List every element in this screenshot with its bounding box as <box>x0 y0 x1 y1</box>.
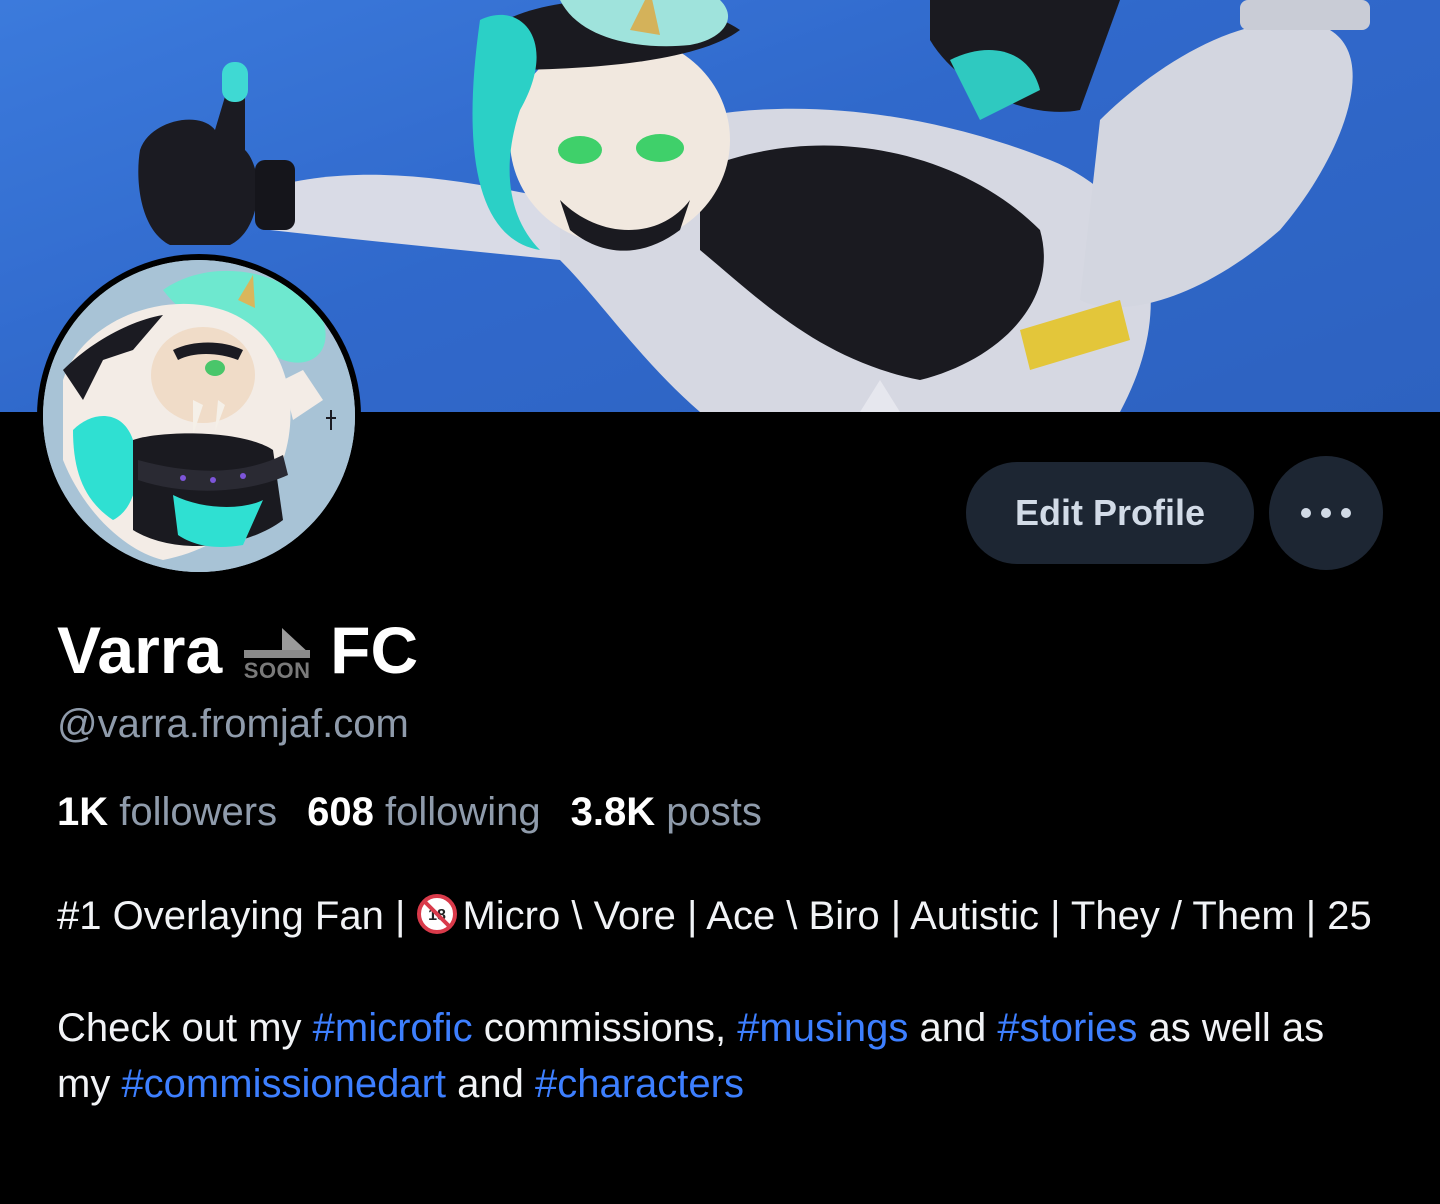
profile-avatar[interactable] <box>37 254 361 578</box>
bio-text: #1 Overlaying Fan | <box>57 894 417 938</box>
profile-stats: 1K followers 608 following 3.8K posts <box>57 790 792 835</box>
bio-text: Check out my <box>57 1006 313 1050</box>
following-stat[interactable]: 608 following <box>307 790 541 835</box>
user-handle[interactable]: @varra.fromjaf.com <box>57 702 409 747</box>
hashtag-link[interactable]: #stories <box>997 1006 1137 1050</box>
display-name-part2: FC <box>330 613 419 687</box>
followers-label: followers <box>119 790 278 834</box>
bio-line-1: #1 Overlaying Fan | 18Micro \ Vore | Ace… <box>57 888 1387 944</box>
profile-bio: #1 Overlaying Fan | 18Micro \ Vore | Ace… <box>57 888 1387 1112</box>
followers-stat[interactable]: 1K followers <box>57 790 277 835</box>
no-under-18-icon: 18 <box>417 894 458 934</box>
display-name: Varra SOON FC <box>57 610 418 690</box>
bio-text: and <box>446 1062 535 1106</box>
following-label: following <box>384 790 541 834</box>
bio-text: commissions, <box>472 1006 738 1050</box>
posts-label: posts <box>666 790 762 834</box>
edit-profile-button[interactable]: Edit Profile <box>966 462 1254 564</box>
hashtag-link[interactable]: #commissionedart <box>121 1062 446 1106</box>
hashtag-link[interactable]: #musings <box>737 1006 908 1050</box>
following-count: 608 <box>307 790 374 834</box>
soon-arrow-icon: SOON <box>242 626 312 682</box>
hashtag-link[interactable]: #characters <box>535 1062 744 1106</box>
bio-text: and <box>908 1006 998 1050</box>
soon-label: SOON <box>243 658 311 683</box>
avatar-illustration <box>43 260 355 572</box>
bio-line-2: Check out my #microfic commissions, #mus… <box>57 1000 1387 1112</box>
posts-stat: 3.8K posts <box>571 790 762 835</box>
hashtag-link[interactable]: #microfic <box>313 1006 473 1050</box>
display-name-part1: Varra <box>57 613 223 687</box>
more-options-button[interactable] <box>1269 456 1383 570</box>
avatar-image <box>43 260 355 572</box>
followers-count: 1K <box>57 790 109 834</box>
posts-count: 3.8K <box>570 790 656 834</box>
ellipsis-icon <box>1301 508 1351 518</box>
bio-text: Micro \ Vore | Ace \ Biro | Autistic | T… <box>462 894 1372 938</box>
